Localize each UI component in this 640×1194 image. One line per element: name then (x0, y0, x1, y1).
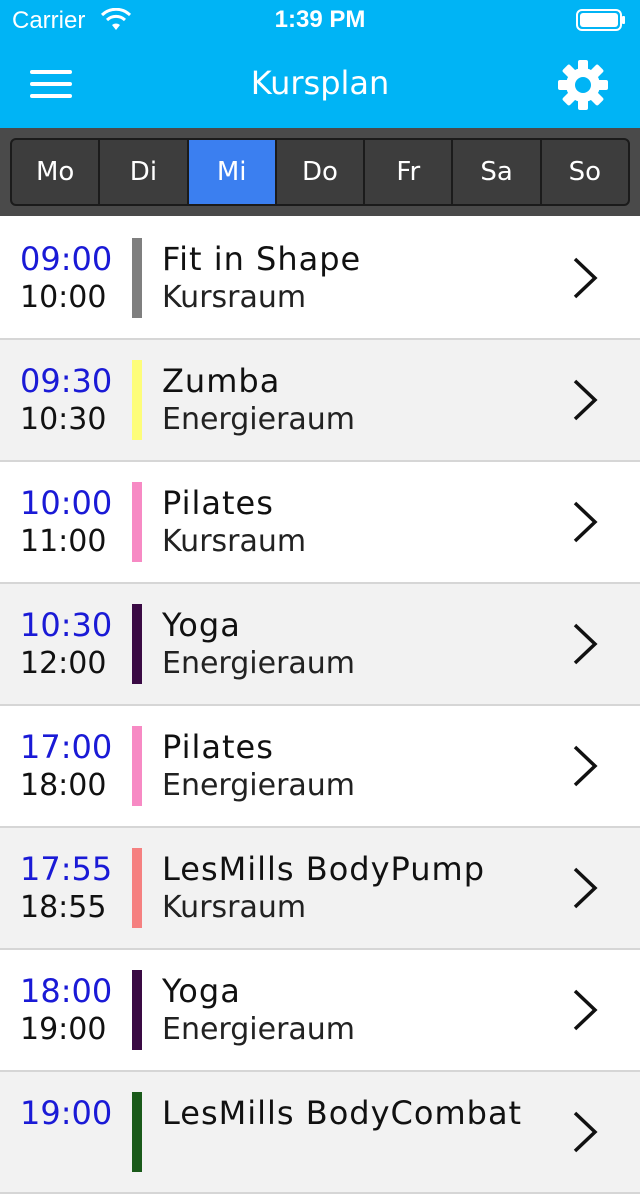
course-room: Kursraum (162, 280, 307, 315)
course-name: Yoga (162, 972, 241, 1010)
course-color-bar (132, 604, 142, 684)
course-room: Energieraum (162, 402, 356, 437)
course-name: Zumba (162, 362, 281, 400)
end-time: 18:00 (20, 768, 107, 803)
end-time: 18:55 (20, 890, 107, 925)
start-time: 17:00 (20, 728, 113, 766)
course-name: Yoga (162, 606, 241, 644)
start-time: 09:30 (20, 362, 113, 400)
course-color-bar (132, 482, 142, 562)
battery-icon (576, 9, 625, 31)
day-selector-bar: Mo Di Mi Do Fr Sa So (0, 128, 640, 216)
course-name: LesMills BodyCombat (162, 1094, 523, 1132)
course-color-bar (132, 726, 142, 806)
course-color-bar (132, 970, 142, 1050)
chevron-right-icon (573, 1111, 598, 1153)
page-title: Kursplan (250, 64, 390, 102)
course-room: Energieraum (162, 646, 356, 681)
start-time: 10:00 (20, 484, 113, 522)
end-time: 11:00 (20, 524, 107, 559)
course-room: Energieraum (162, 768, 356, 803)
end-time: 12:00 (20, 646, 107, 681)
course-name: Pilates (162, 728, 274, 766)
gear-icon[interactable] (556, 58, 610, 112)
day-tab-so[interactable]: So (542, 140, 628, 204)
day-tab-sa[interactable]: Sa (453, 140, 542, 204)
course-name: LesMills BodyPump (162, 850, 486, 888)
start-time: 18:00 (20, 972, 113, 1010)
chevron-right-icon (573, 379, 598, 421)
course-row[interactable]: 17:00 18:00 Pilates Energieraum (0, 706, 640, 828)
course-row[interactable]: 17:55 18:55 LesMills BodyPump Kursraum (0, 828, 640, 950)
course-row[interactable]: 10:30 12:00 Yoga Energieraum (0, 584, 640, 706)
course-color-bar (132, 360, 142, 440)
start-time: 09:00 (20, 240, 113, 278)
course-row[interactable]: 09:00 10:00 Fit in Shape Kursraum (0, 218, 640, 340)
course-row[interactable]: 09:30 10:30 Zumba Energieraum (0, 340, 640, 462)
course-name: Fit in Shape (162, 240, 362, 278)
start-time: 17:55 (20, 850, 113, 888)
chevron-right-icon (573, 989, 598, 1031)
day-tab-mi[interactable]: Mi (188, 140, 277, 204)
course-color-bar (132, 238, 142, 318)
chevron-right-icon (573, 501, 598, 543)
day-tab-fr[interactable]: Fr (365, 140, 454, 204)
course-list: 09:00 10:00 Fit in Shape Kursraum 09:30 … (0, 218, 640, 1194)
course-color-bar (132, 1092, 142, 1172)
navigation-bar: Kursplan (0, 40, 640, 128)
day-tab-di[interactable]: Di (100, 140, 189, 204)
chevron-right-icon (573, 745, 598, 787)
day-tab-do[interactable]: Do (277, 140, 366, 204)
start-time: 19:00 (20, 1094, 113, 1132)
chevron-right-icon (573, 623, 598, 665)
start-time: 10:30 (20, 606, 113, 644)
status-time: 1:39 PM (274, 6, 366, 33)
course-name: Pilates (162, 484, 274, 522)
end-time: 19:00 (20, 1012, 107, 1047)
end-time: 10:30 (20, 402, 107, 437)
day-tab-mo[interactable]: Mo (12, 140, 101, 204)
day-segmented-control: Mo Di Mi Do Fr Sa So (10, 138, 630, 206)
status-bar: Carrier 1:39 PM (0, 0, 640, 40)
course-room: Energieraum (162, 1012, 356, 1047)
course-row[interactable]: 18:00 19:00 Yoga Energieraum (0, 950, 640, 1072)
course-row[interactable]: 10:00 11:00 Pilates Kursraum (0, 462, 640, 584)
course-room: Kursraum (162, 890, 307, 925)
chevron-right-icon (573, 257, 598, 299)
course-room: Kursraum (162, 524, 307, 559)
end-time: 10:00 (20, 280, 107, 315)
chevron-right-icon (573, 867, 598, 909)
course-row[interactable]: 19:00 LesMills BodyCombat (0, 1072, 640, 1194)
course-color-bar (132, 848, 142, 928)
